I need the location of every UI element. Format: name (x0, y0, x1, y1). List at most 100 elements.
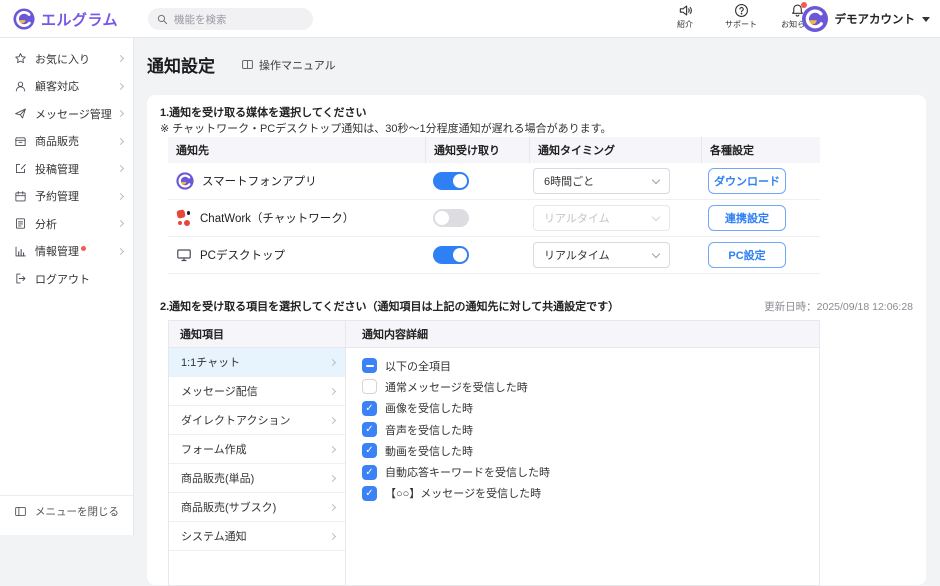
sidebar: お気に入り 顧客対応 メッセージ管理 商品販売 投稿管理 予約管理 (0, 38, 134, 535)
audio-checkbox[interactable] (362, 422, 377, 437)
checkbox-label: 動画を受信した時 (385, 443, 473, 459)
person-icon (14, 80, 27, 93)
section1-note: ※ チャットワーク・PCデスクトップ通知は、30秒〜1分程度通知が遅れる場合があ… (160, 120, 611, 136)
table-row-desktop: PCデスクトップ リアルタイム PC設定 (168, 237, 820, 274)
manual-link[interactable]: 操作マニュアル (241, 57, 336, 73)
updated-timestamp: 更新日時：2025/09/18 12:06:28 (764, 299, 913, 314)
table-row-smartphone: スマートフォンアプリ 6時間ごと ダウンロード (168, 163, 820, 200)
support-button[interactable]: サポート (720, 3, 762, 30)
auto-reply-checkbox[interactable] (362, 465, 377, 480)
sidebar-item-messages[interactable]: メッセージ管理 (0, 100, 133, 128)
list-item-label: 商品販売(単品) (181, 470, 330, 486)
list-item-label: フォーム作成 (181, 441, 330, 457)
all-items-checkbox[interactable] (362, 358, 377, 373)
checkbox-row-all-items: 以下の全項目 (362, 355, 819, 376)
sidebar-item-analytics[interactable]: 分析 (0, 210, 133, 238)
sidebar-item-sales[interactable]: 商品販売 (0, 128, 133, 156)
chevron-down-icon (652, 175, 660, 183)
destination-label: PCデスクトップ (200, 247, 285, 263)
brand-logo[interactable]: エルグラム (13, 0, 118, 38)
send-icon (14, 107, 27, 120)
desktop-timing-select[interactable]: リアルタイム (533, 242, 670, 268)
close-menu-button[interactable]: メニューを閉じる (0, 495, 133, 521)
sidebar-item-label: 予約管理 (35, 188, 118, 204)
section1-heading: 1.通知を受け取る媒体を選択してください (160, 104, 367, 120)
list-item-label: 商品販売(サブスク) (181, 499, 330, 515)
download-button[interactable]: ダウンロード (708, 168, 786, 194)
chevron-right-icon (117, 55, 124, 62)
list-item-label: ダイレクトアクション (181, 412, 330, 428)
col-notification-item: 通知項目 (169, 321, 346, 347)
sidebar-item-label: 投稿管理 (35, 161, 118, 177)
search-input[interactable]: 機能を検索 (148, 8, 313, 30)
sidebar-nav: お気に入り 顧客対応 メッセージ管理 商品販売 投稿管理 予約管理 (0, 38, 133, 293)
chevron-right-icon (329, 416, 336, 423)
edit-icon (14, 162, 27, 175)
list-item-system-notification[interactable]: システム通知 (169, 522, 345, 551)
chevron-right-icon (117, 138, 124, 145)
sidebar-item-posts[interactable]: 投稿管理 (0, 155, 133, 183)
list-item-direct-action[interactable]: ダイレクトアクション (169, 406, 345, 435)
bar-chart-icon (14, 245, 27, 258)
logout-icon (14, 272, 27, 285)
sidebar-item-label: 情報管理 (35, 243, 79, 259)
smartphone-timing-select[interactable]: 6時間ごと (533, 168, 670, 194)
shop-icon (14, 135, 27, 148)
document-icon (14, 217, 27, 230)
chevron-right-icon (117, 165, 124, 172)
pc-settings-button[interactable]: PC設定 (708, 242, 786, 268)
checkbox-label: 音声を受信した時 (385, 422, 473, 438)
checkbox-row-normal-message: 通常メッセージを受信した時 (362, 376, 819, 397)
chevron-down-icon (922, 17, 930, 22)
chatwork-toggle[interactable] (433, 209, 469, 227)
destination-label: ChatWork（チャットワーク） (200, 210, 354, 226)
page-title: 通知設定 (147, 52, 215, 77)
account-name: デモアカウント (835, 11, 916, 27)
list-item-form-creation[interactable]: フォーム作成 (169, 435, 345, 464)
smartphone-toggle[interactable] (433, 172, 469, 190)
checkbox-row-video: 動画を受信した時 (362, 440, 819, 461)
checkbox-label: 通常メッセージを受信した時 (385, 379, 528, 395)
sidebar-item-customers[interactable]: 顧客対応 (0, 73, 133, 101)
checkbox-label: 以下の全項目 (385, 358, 451, 374)
sidebar-item-label: 顧客対応 (35, 78, 118, 94)
normal-message-checkbox[interactable] (362, 379, 377, 394)
video-checkbox[interactable] (362, 443, 377, 458)
template-message-checkbox[interactable] (362, 486, 377, 501)
chevron-right-icon (329, 358, 336, 365)
sidebar-item-reservations[interactable]: 予約管理 (0, 183, 133, 211)
intro-button[interactable]: 紹介 (664, 3, 706, 30)
settings-card: 1.通知を受け取る媒体を選択してください ※ チャットワーク・PCデスクトップ通… (147, 95, 926, 585)
list-item-message-delivery[interactable]: メッセージ配信 (169, 377, 345, 406)
list-item-label: 1:1チャット (181, 354, 330, 370)
link-settings-button[interactable]: 連携設定 (708, 205, 786, 231)
sidebar-item-favorites[interactable]: お気に入り (0, 45, 133, 73)
col-receive: 通知受け取り (425, 137, 529, 163)
desktop-toggle[interactable] (433, 246, 469, 264)
col-destination: 通知先 (168, 137, 425, 163)
sidebar-item-label: 商品販売 (35, 133, 118, 149)
list-item-label: メッセージ配信 (181, 383, 330, 399)
chevron-right-icon (329, 532, 336, 539)
checkbox-label: 自動応答キーワードを受信した時 (385, 464, 550, 480)
close-menu-label: メニューを閉じる (35, 504, 119, 519)
chevron-right-icon (329, 445, 336, 452)
chevron-down-icon (652, 212, 660, 220)
chevron-right-icon (117, 110, 124, 117)
checkbox-row-template-message: 【○○】メッセージを受信した時 (362, 483, 819, 504)
chevron-right-icon (329, 387, 336, 394)
list-item-sales-single[interactable]: 商品販売(単品) (169, 464, 345, 493)
section2-header-row: 2.通知を受け取る項目を選択してください（通知項目は上記の通知先に対して共通設定… (160, 298, 913, 314)
list-item-1to1chat[interactable]: 1:1チャット (169, 348, 345, 377)
page-header: 通知設定 操作マニュアル (134, 38, 940, 77)
sidebar-item-logout[interactable]: ログアウト (0, 265, 133, 293)
sidebar-item-label: メッセージ管理 (35, 106, 118, 122)
sidebar-item-label: 分析 (35, 216, 118, 232)
new-indicator-dot (81, 246, 86, 251)
image-checkbox[interactable] (362, 401, 377, 416)
sidebar-item-info[interactable]: 情報管理 (0, 238, 133, 266)
chatwork-timing-select: リアルタイム (533, 205, 670, 231)
account-menu[interactable]: デモアカウント (802, 6, 931, 32)
list-item-sales-subscription[interactable]: 商品販売(サブスク) (169, 493, 345, 522)
checkbox-row-image: 画像を受信した時 (362, 398, 819, 419)
